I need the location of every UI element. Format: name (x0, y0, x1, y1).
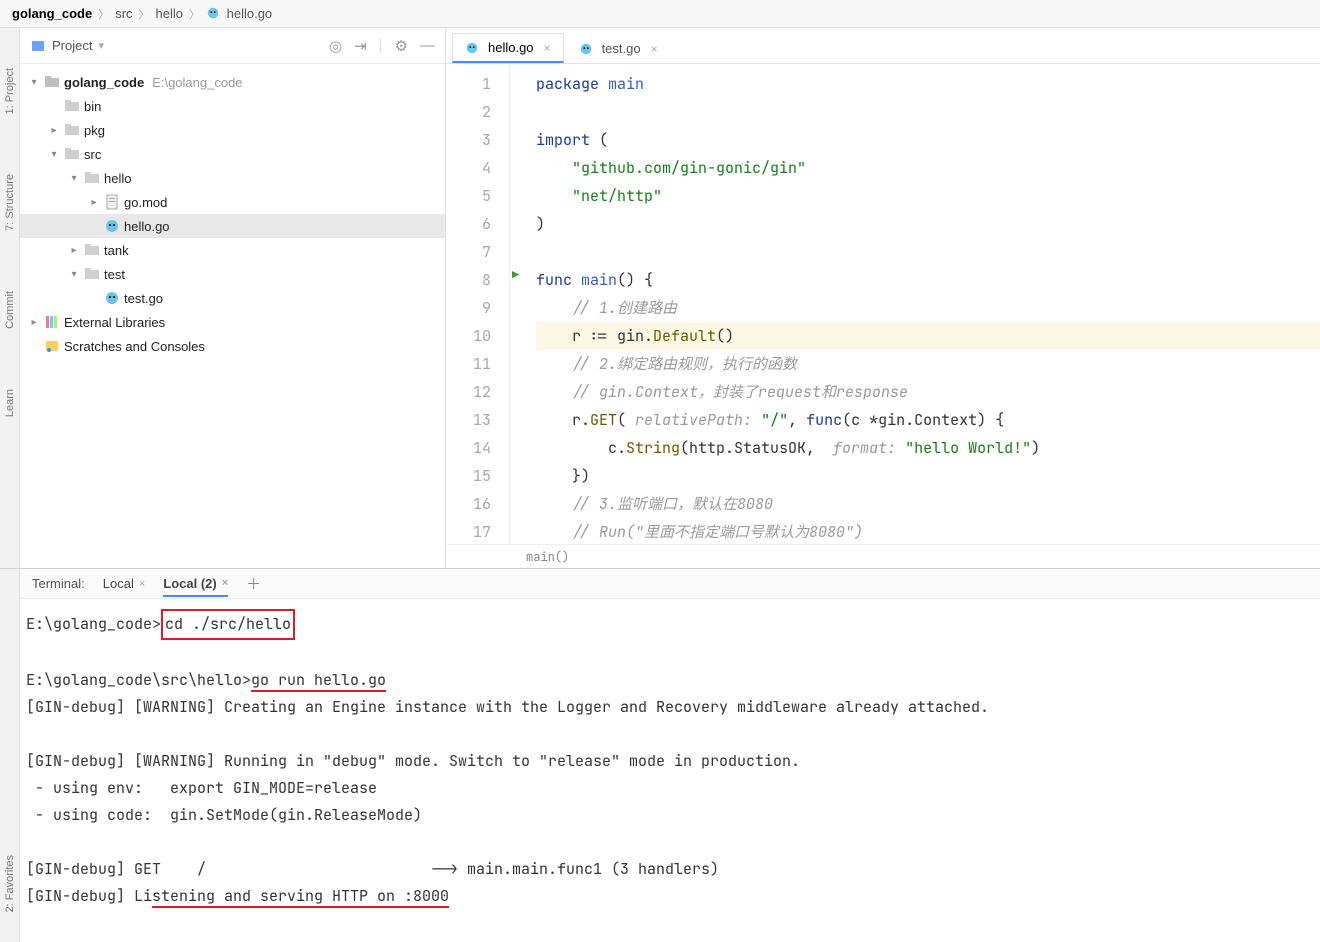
highlight-listening: stening and serving HTTP on :8000 (152, 886, 449, 908)
project-icon (30, 38, 46, 54)
tree-bin[interactable]: bin (20, 94, 445, 118)
close-icon[interactable]: × (651, 42, 658, 56)
tree-scratches[interactable]: Scratches and Consoles (20, 334, 445, 358)
folder-icon (64, 122, 80, 138)
breadcrumb-file[interactable]: hello.go (206, 6, 272, 21)
chevron-right-icon: 〉 (139, 6, 150, 22)
spine-structure[interactable]: 7: Structure (4, 174, 16, 231)
spine-learn[interactable]: Learn (4, 389, 16, 417)
spine-project[interactable]: 1: Project (4, 68, 16, 114)
terminal-tab-local2[interactable]: Local (2)× (163, 576, 228, 597)
spine-favorites[interactable]: 2: Favorites (4, 855, 16, 912)
go-file-icon (465, 41, 479, 55)
add-terminal-button[interactable]: ＋ (246, 573, 261, 594)
breadcrumb-src[interactable]: src (115, 6, 132, 21)
run-icon[interactable]: ▶ (512, 267, 519, 283)
tree-test-dir[interactable]: ▾ test (20, 262, 445, 286)
sidebar-header: Project ▾ ◎ ⇥ | ⚙ — (20, 28, 445, 64)
bottom-tool-spine: 2: Favorites (0, 569, 20, 942)
folder-icon (64, 98, 80, 114)
tree-hellogo[interactable]: hello.go (20, 214, 445, 238)
folder-icon (64, 146, 80, 162)
terminal-output[interactable]: E:\golang_code>cd ./src/hello E:\golang_… (20, 599, 1320, 942)
highlight-cd-command: cd ./src/hello (161, 609, 295, 640)
code-area[interactable]: package main import ( "github.com/gin-go… (530, 64, 1320, 544)
tree-testgo[interactable]: test.go (20, 286, 445, 310)
breadcrumb-hello[interactable]: hello (156, 6, 183, 21)
run-gutter: ▶ (510, 64, 530, 544)
tree-gomod[interactable]: ▸ go.mod (20, 190, 445, 214)
chevron-right-icon[interactable]: ▸ (68, 245, 80, 256)
scratch-icon (44, 338, 60, 354)
terminal-label: Terminal: (32, 576, 85, 591)
editor-pane: hello.go × test.go × 1234567891011121314… (446, 28, 1320, 568)
tree-external-libs[interactable]: ▸ External Libraries (20, 310, 445, 334)
chevron-down-icon[interactable]: ▾ (68, 269, 80, 280)
spine-commit[interactable]: Commit (4, 291, 16, 329)
gomod-file-icon (104, 194, 120, 210)
tree-tank[interactable]: ▸ tank (20, 238, 445, 262)
tree-pkg[interactable]: ▸ pkg (20, 118, 445, 142)
code-editor[interactable]: 1234567891011121314151617 ▶ package main… (446, 64, 1320, 544)
tab-testgo[interactable]: test.go × (566, 33, 671, 63)
chevron-down-icon[interactable]: ▾ (48, 149, 60, 160)
folder-icon (84, 266, 100, 282)
close-icon[interactable]: × (139, 578, 145, 590)
tree-root[interactable]: ▾ golang_code E:\golang_code (20, 70, 445, 94)
chevron-down-icon[interactable]: ▾ (68, 173, 80, 184)
go-file-icon (104, 290, 120, 306)
library-icon (44, 314, 60, 330)
chevron-right-icon[interactable]: ▸ (88, 197, 100, 208)
target-icon[interactable]: ◎ (329, 37, 342, 55)
project-tree: ▾ golang_code E:\golang_code bin ▸ pkg ▾… (20, 64, 445, 568)
chevron-right-icon[interactable]: ▸ (28, 317, 40, 328)
collapse-icon[interactable]: ⇥ (354, 37, 367, 55)
chevron-right-icon: 〉 (189, 6, 200, 22)
editor-tab-bar: hello.go × test.go × (446, 28, 1320, 64)
breadcrumb-root[interactable]: golang_code (12, 6, 92, 21)
folder-icon (84, 170, 100, 186)
folder-icon (84, 242, 100, 258)
editor-status-bar: main() (446, 544, 1320, 568)
chevron-right-icon: 〉 (98, 6, 109, 22)
tree-hello-dir[interactable]: ▾ hello (20, 166, 445, 190)
project-sidebar: Project ▾ ◎ ⇥ | ⚙ — ▾ golang_code E:\gol… (20, 28, 446, 568)
go-file-icon (206, 6, 220, 20)
go-file-icon (104, 218, 120, 234)
terminal-tab-local[interactable]: Local× (103, 576, 146, 591)
breadcrumb: golang_code 〉 src 〉 hello 〉 hello.go (0, 0, 1320, 28)
line-gutter: 1234567891011121314151617 (446, 64, 510, 544)
go-file-icon (579, 42, 593, 56)
close-icon[interactable]: × (544, 41, 551, 55)
gear-icon[interactable]: ⚙ (395, 37, 408, 55)
close-icon[interactable]: × (222, 577, 228, 589)
chevron-right-icon[interactable]: ▸ (48, 125, 60, 136)
tab-hellogo[interactable]: hello.go × (452, 33, 564, 63)
tree-src[interactable]: ▾ src (20, 142, 445, 166)
terminal-tab-bar: Terminal: Local× Local (2)× ＋ (20, 569, 1320, 599)
terminal-panel: 2: Favorites Terminal: Local× Local (2)×… (0, 568, 1320, 942)
highlight-run-command: go run hello.go (251, 670, 386, 692)
hide-icon[interactable]: — (420, 37, 435, 55)
sidebar-title[interactable]: Project ▾ (30, 38, 319, 54)
chevron-down-icon: ▾ (98, 39, 104, 52)
folder-icon (44, 74, 60, 90)
left-tool-spine: 1: Project 7: Structure Commit Learn (0, 28, 20, 568)
chevron-down-icon[interactable]: ▾ (28, 77, 40, 88)
